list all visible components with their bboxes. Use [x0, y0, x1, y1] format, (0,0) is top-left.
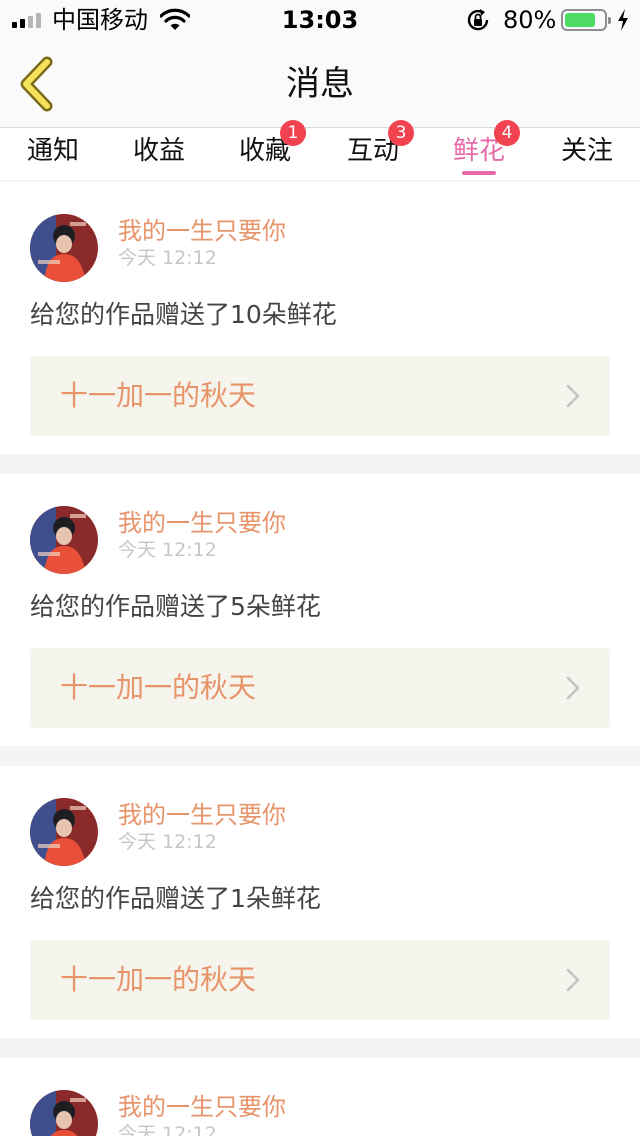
message-card: 我的一生只要你 今天 12:12 给您的作品赠送了1朵鲜花 十一加一的秋天 [0, 766, 640, 1038]
sender-name[interactable]: 我的一生只要你 [118, 800, 286, 830]
message-text: 给您的作品赠送了10朵鲜花 [30, 300, 337, 329]
sender-name[interactable]: 我的一生只要你 [118, 508, 286, 538]
work-link[interactable]: 十一加一的秋天 [30, 648, 610, 728]
avatar[interactable] [30, 506, 98, 574]
battery-percent: 80% [503, 6, 557, 34]
timestamp: 今天 12:12 [118, 247, 217, 269]
tab-bar: 通知 收益 收藏 1 互动 3 鲜花 4 关注 [0, 120, 640, 180]
work-title: 十一加一的秋天 [60, 671, 257, 704]
unread-badge: 1 [280, 120, 306, 146]
work-title: 十一加一的秋天 [60, 379, 257, 412]
tab-label: 通知 [26, 136, 79, 166]
orientation-lock-icon [467, 9, 489, 31]
chevron-right-icon [566, 676, 580, 700]
message-card: 我的一生只要你 今天 12:12 [0, 1058, 640, 1136]
timestamp: 今天 12:12 [118, 1123, 217, 1136]
tab-interactions[interactable]: 互动 3 [320, 120, 426, 180]
tab-label: 收益 [132, 136, 185, 166]
sender-name[interactable]: 我的一生只要你 [118, 1092, 286, 1122]
page-title: 消息 [286, 64, 354, 104]
work-link[interactable]: 十一加一的秋天 [30, 940, 610, 1020]
navigation-bar: 消息 [0, 40, 640, 128]
message-text: 给您的作品赠送了1朵鲜花 [30, 884, 321, 913]
avatar[interactable] [30, 798, 98, 866]
battery-icon [561, 9, 611, 31]
sender-name[interactable]: 我的一生只要你 [118, 216, 286, 246]
status-bar: 中国移动 13:03 80% [0, 0, 640, 40]
unread-badge: 3 [388, 120, 414, 146]
work-title: 十一加一的秋天 [60, 963, 257, 996]
tab-underline [462, 171, 496, 175]
tab-earnings[interactable]: 收益 [106, 128, 212, 180]
chevron-right-icon [566, 968, 580, 992]
message-card: 我的一生只要你 今天 12:12 给您的作品赠送了5朵鲜花 十一加一的秋天 [0, 474, 640, 746]
chevron-right-icon [566, 384, 580, 408]
tab-label: 关注 [560, 136, 613, 166]
message-text: 给您的作品赠送了5朵鲜花 [30, 592, 321, 621]
timestamp: 今天 12:12 [118, 539, 217, 561]
charging-bolt-icon [618, 9, 628, 31]
tab-notifications[interactable]: 通知 [0, 128, 106, 180]
timestamp: 今天 12:12 [118, 831, 217, 853]
tab-flowers[interactable]: 鲜花 4 [426, 120, 532, 180]
avatar[interactable] [30, 214, 98, 282]
work-link[interactable]: 十一加一的秋天 [30, 356, 610, 436]
message-card: 我的一生只要你 今天 12:12 给您的作品赠送了10朵鲜花 十一加一的秋天 [0, 182, 640, 454]
tab-following[interactable]: 关注 [534, 128, 640, 180]
avatar[interactable] [30, 1090, 98, 1136]
unread-badge: 4 [494, 120, 520, 146]
tab-favorites[interactable]: 收藏 1 [212, 120, 318, 180]
